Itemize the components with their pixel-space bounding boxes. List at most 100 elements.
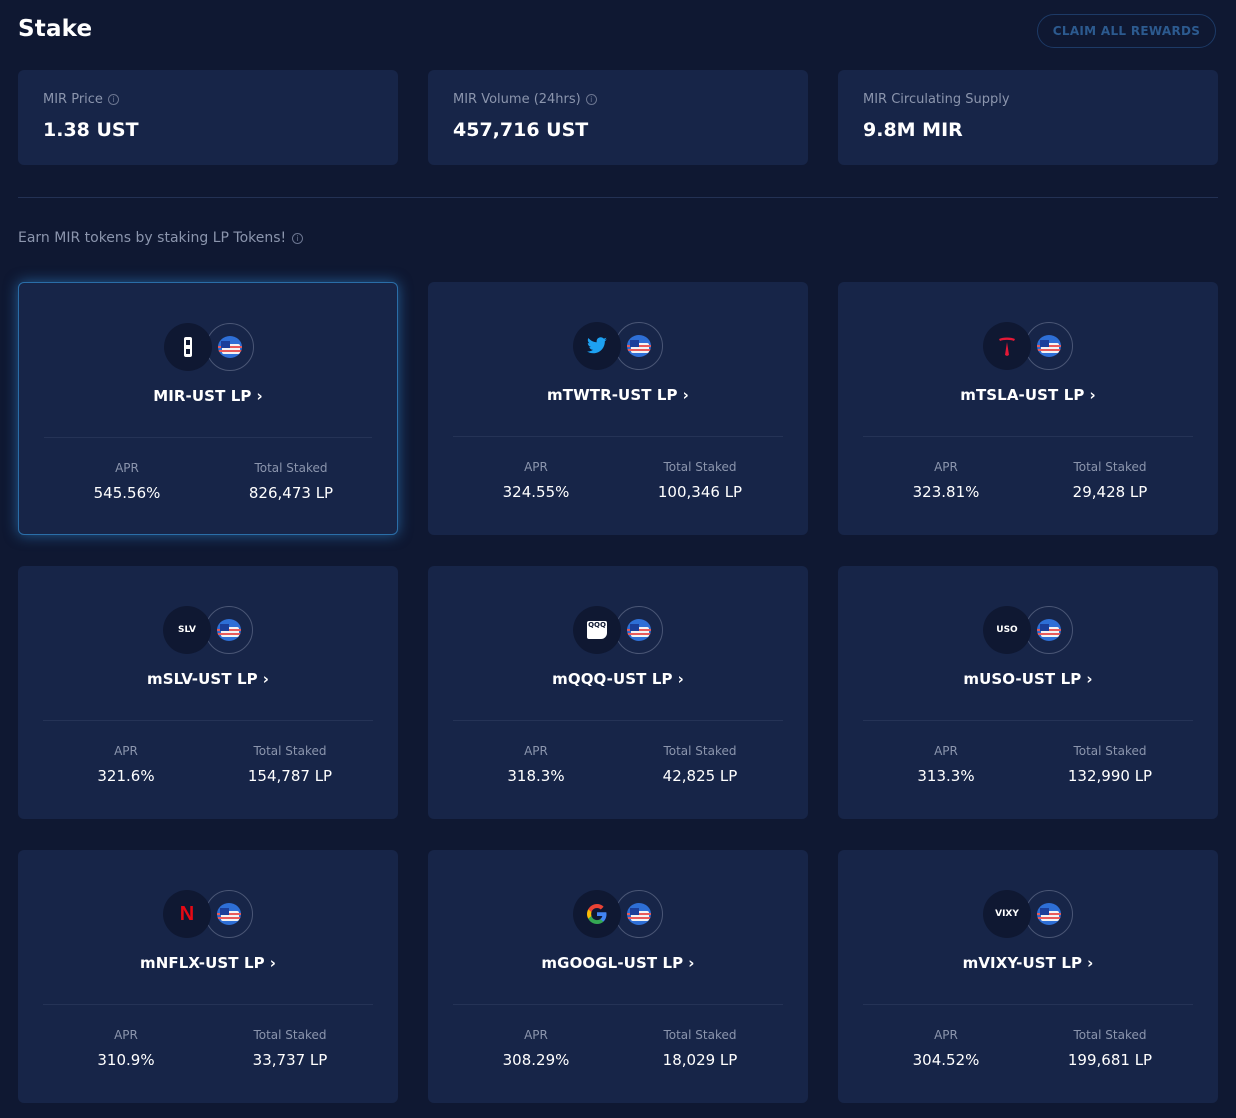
ust-icon <box>615 890 663 938</box>
total-staked-value: 29,428 LP <box>1072 483 1148 501</box>
token-pair: SLV <box>163 606 255 656</box>
chevron-right-icon: › <box>1087 954 1094 972</box>
pool-card-mgoogl-ust[interactable]: mGOOGL-UST LP › APR Total Staked 308.29% … <box>428 850 808 1103</box>
total-staked-value: 199,681 LP <box>1067 1051 1153 1069</box>
apr-label: APR <box>115 461 139 475</box>
pool-name[interactable]: MIR-UST LP <box>153 387 251 405</box>
token-pair <box>573 890 665 940</box>
pool-name[interactable]: mQQQ-UST LP <box>552 670 672 688</box>
ust-icon <box>205 890 253 938</box>
chevron-right-icon: › <box>1086 670 1093 688</box>
total-staked-label: Total Staked <box>1073 744 1147 758</box>
apr-label: APR <box>114 1028 138 1042</box>
stat-label: MIR Price <box>43 92 103 107</box>
divider <box>863 720 1193 721</box>
uso-icon: USO <box>983 606 1031 654</box>
mirror-icon <box>164 323 212 371</box>
stat-mir-price: MIR Price i 1.38 UST <box>18 70 398 165</box>
pool-name[interactable]: mNFLX-UST LP <box>140 954 265 972</box>
apr-value: 304.52% <box>912 1051 980 1069</box>
ust-icon <box>615 322 663 370</box>
qqq-icon-label: QQQ <box>587 621 607 639</box>
chevron-right-icon: › <box>688 954 695 972</box>
apr-label: APR <box>934 744 958 758</box>
apr-value: 313.3% <box>917 767 975 785</box>
apr-value: 323.81% <box>912 483 980 501</box>
claim-all-rewards-button[interactable]: CLAIM ALL REWARDS <box>1037 14 1216 48</box>
pool-name[interactable]: mTWTR-UST LP <box>547 386 678 404</box>
ust-icon <box>1025 890 1073 938</box>
token-pair: N <box>163 890 255 940</box>
chevron-right-icon: › <box>256 387 263 405</box>
twitter-icon <box>573 322 621 370</box>
pool-card-mtwtr-ust[interactable]: mTWTR-UST LP › APR Total Staked 324.55% 1… <box>428 282 808 535</box>
pool-name[interactable]: mVIXY-UST LP <box>963 954 1082 972</box>
pool-card-mtsla-ust[interactable]: mTSLA-UST LP › APR Total Staked 323.81% 2… <box>838 282 1218 535</box>
token-pair: QQQ <box>573 606 665 656</box>
ust-icon <box>206 323 254 371</box>
tesla-icon <box>983 322 1031 370</box>
pool-card-mslv-ust[interactable]: SLV mSLV-UST LP › APR Total Staked 321.6%… <box>18 566 398 819</box>
total-staked-label: Total Staked <box>1073 460 1147 474</box>
subtitle-text: Earn MIR tokens by staking LP Tokens! <box>18 230 287 246</box>
info-icon[interactable]: i <box>585 94 597 105</box>
apr-label: APR <box>114 744 138 758</box>
total-staked-value: 132,990 LP <box>1067 767 1153 785</box>
ust-icon <box>1025 606 1073 654</box>
divider <box>18 197 1218 198</box>
pool-card-mvixy-ust[interactable]: VIXY mVIXY-UST LP › APR Total Staked 304.… <box>838 850 1218 1103</box>
stat-label: MIR Circulating Supply <box>863 92 1010 107</box>
ust-icon <box>1025 322 1073 370</box>
ust-icon <box>615 606 663 654</box>
pool-name[interactable]: mUSO-UST LP <box>963 670 1081 688</box>
stat-mir-supply: MIR Circulating Supply 9.8M MIR <box>838 70 1218 165</box>
page-title: Stake <box>18 16 93 42</box>
vixy-icon: VIXY <box>983 890 1031 938</box>
chevron-right-icon: › <box>677 670 684 688</box>
stat-label: MIR Volume (24hrs) <box>453 92 581 107</box>
token-pair <box>983 322 1075 372</box>
pool-card-muso-ust[interactable]: USO mUSO-UST LP › APR Total Staked 313.3%… <box>838 566 1218 819</box>
total-staked-value: 826,473 LP <box>248 484 334 502</box>
pool-name[interactable]: mTSLA-UST LP <box>960 386 1084 404</box>
token-pair: USO <box>983 606 1075 656</box>
google-icon <box>573 890 621 938</box>
total-staked-label: Total Staked <box>663 460 737 474</box>
info-icon[interactable]: i <box>292 232 304 244</box>
pool-card-mnflx-ust[interactable]: N mNFLX-UST LP › APR Total Staked 310.9% … <box>18 850 398 1103</box>
apr-value: 321.6% <box>97 767 155 785</box>
netflix-icon: N <box>163 890 211 938</box>
staking-subtitle: Earn MIR tokens by staking LP Tokens! i <box>18 230 304 246</box>
apr-label: APR <box>524 1028 548 1042</box>
pool-card-mqqq-ust[interactable]: QQQ mQQQ-UST LP › APR Total Staked 318.3%… <box>428 566 808 819</box>
apr-value: 324.55% <box>502 483 570 501</box>
pool-card-mir-ust[interactable]: MIR-UST LP › APR Total Staked 545.56% 826… <box>18 282 398 535</box>
slv-icon: SLV <box>163 606 211 654</box>
pool-name[interactable]: mSLV-UST LP <box>147 670 258 688</box>
divider <box>453 1004 783 1005</box>
pool-name[interactable]: mGOOGL-UST LP <box>541 954 683 972</box>
divider <box>453 436 783 437</box>
divider <box>453 720 783 721</box>
divider <box>44 437 372 438</box>
chevron-right-icon: › <box>1089 386 1096 404</box>
total-staked-label: Total Staked <box>1073 1028 1147 1042</box>
apr-label: APR <box>524 744 548 758</box>
token-pair: VIXY <box>983 890 1075 940</box>
divider <box>863 1004 1193 1005</box>
total-staked-label: Total Staked <box>253 744 327 758</box>
stat-value: 9.8M MIR <box>863 119 963 141</box>
divider <box>863 436 1193 437</box>
info-icon[interactable]: i <box>107 94 119 105</box>
token-pair <box>573 322 665 372</box>
stat-mir-volume: MIR Volume (24hrs) i 457,716 UST <box>428 70 808 165</box>
total-staked-value: 42,825 LP <box>662 767 738 785</box>
chevron-right-icon: › <box>262 670 270 688</box>
total-staked-value: 18,029 LP <box>662 1051 738 1069</box>
apr-value: 308.29% <box>502 1051 570 1069</box>
chevron-right-icon: › <box>682 386 689 404</box>
divider <box>43 1004 373 1005</box>
apr-value: 310.9% <box>97 1051 155 1069</box>
total-staked-value: 154,787 LP <box>247 767 333 785</box>
stat-value: 457,716 UST <box>453 119 589 141</box>
